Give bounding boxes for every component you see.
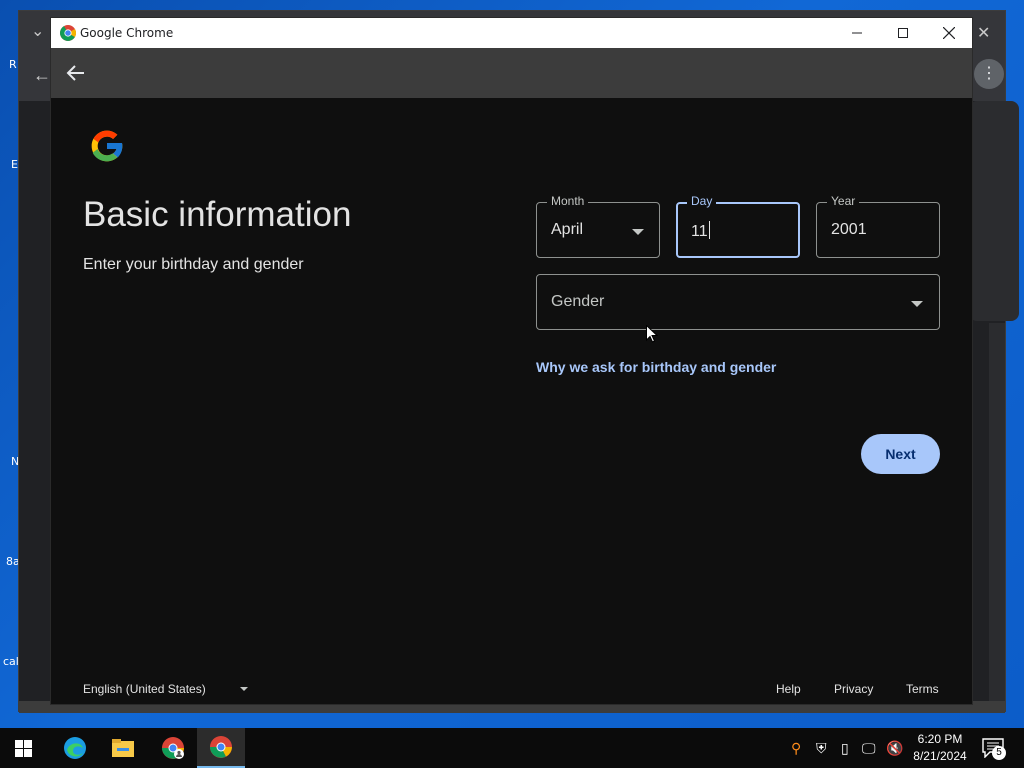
year-value: 2001: [831, 221, 867, 238]
back-arrow-icon[interactable]: [65, 62, 87, 84]
background-scrollbar[interactable]: [989, 323, 1005, 703]
notification-count-badge: 5: [992, 746, 1006, 760]
tab-search-chevron-icon[interactable]: ⌄: [31, 21, 44, 41]
chrome-logo-icon: [60, 25, 76, 41]
month-value: April: [551, 221, 584, 238]
close-icon: [943, 27, 955, 39]
maximize-button[interactable]: [880, 18, 926, 48]
clock-time: 6:20 PM: [917, 732, 963, 746]
window-title: Google Chrome: [80, 26, 174, 40]
dropdown-arrow-icon: [632, 229, 644, 235]
security-shield-icon[interactable]: ⛨: [816, 740, 827, 757]
title-bar: Google Chrome: [51, 18, 972, 48]
minimize-button[interactable]: [834, 18, 880, 48]
page-title: Basic information: [83, 195, 352, 234]
day-input[interactable]: Day 11: [676, 194, 800, 258]
language-selector[interactable]: English (United States): [83, 682, 206, 696]
next-button[interactable]: Next: [861, 434, 940, 474]
background-side-panel: [969, 101, 1019, 321]
help-link[interactable]: Help: [776, 682, 801, 696]
page-subtitle: Enter your birthday and gender: [83, 256, 304, 273]
minimize-icon: [852, 32, 862, 34]
desktop-icon-fragment: cal: [3, 655, 19, 668]
month-label: Month: [547, 194, 589, 208]
day-value: 11: [691, 221, 710, 241]
close-button[interactable]: [926, 18, 972, 48]
edge-icon: [64, 737, 86, 759]
clock-date: 8/21/2024: [913, 749, 967, 763]
google-g-icon: [91, 130, 124, 162]
popup-toolbar: [51, 48, 972, 98]
language-dropdown-arrow-icon[interactable]: [240, 687, 248, 691]
chrome-icon: [210, 736, 232, 758]
edge-taskbar-button[interactable]: [51, 728, 99, 768]
year-label: Year: [827, 194, 860, 208]
desktop-icon-fragment: R: [9, 58, 17, 71]
kebab-menu-icon[interactable]: ⋮: [974, 59, 1004, 89]
device-icon[interactable]: ▯: [841, 740, 849, 757]
terms-link[interactable]: Terms: [906, 682, 939, 696]
system-clock[interactable]: 6:20 PM 8/21/2024: [905, 731, 975, 765]
maximize-icon: [898, 28, 908, 38]
text-caret: [708, 221, 710, 239]
gender-select[interactable]: Gender: [536, 274, 940, 330]
signup-page: Basic information Enter your birthday an…: [51, 98, 972, 704]
gender-placeholder: Gender: [551, 293, 605, 310]
dropdown-arrow-icon: [911, 301, 923, 307]
privacy-link[interactable]: Privacy: [834, 682, 873, 696]
taskbar: ⚲ ⛨ ▯ 🖵 🔇 6:20 PM 8/21/2024 5: [0, 728, 1024, 768]
desktop-icon-fragment: E: [11, 158, 18, 171]
background-close-icon[interactable]: ✕: [977, 23, 990, 43]
chrome-popup-window: Google Chrome Basic information Enter yo…: [51, 18, 972, 704]
mouse-pointer-icon: [646, 325, 658, 343]
file-explorer-taskbar-button[interactable]: [99, 728, 147, 768]
chrome-taskbar-button[interactable]: [197, 728, 245, 768]
volume-muted-icon[interactable]: 🔇: [886, 740, 903, 757]
folder-icon: [112, 739, 134, 757]
month-select[interactable]: Month April: [536, 194, 660, 258]
day-value-text: 11: [691, 223, 708, 240]
day-label: Day: [687, 194, 717, 208]
chrome-profile-taskbar-button[interactable]: [149, 728, 197, 768]
windows-start-icon[interactable]: [15, 740, 32, 757]
background-back-arrow-icon[interactable]: ←: [33, 65, 51, 86]
network-icon[interactable]: 🖵: [862, 740, 876, 757]
year-input[interactable]: Year 2001: [816, 194, 940, 258]
chrome-profile-icon: [162, 737, 184, 759]
why-we-ask-link[interactable]: Why we ask for birthday and gender: [536, 359, 776, 375]
search-key-icon[interactable]: ⚲: [791, 740, 801, 757]
